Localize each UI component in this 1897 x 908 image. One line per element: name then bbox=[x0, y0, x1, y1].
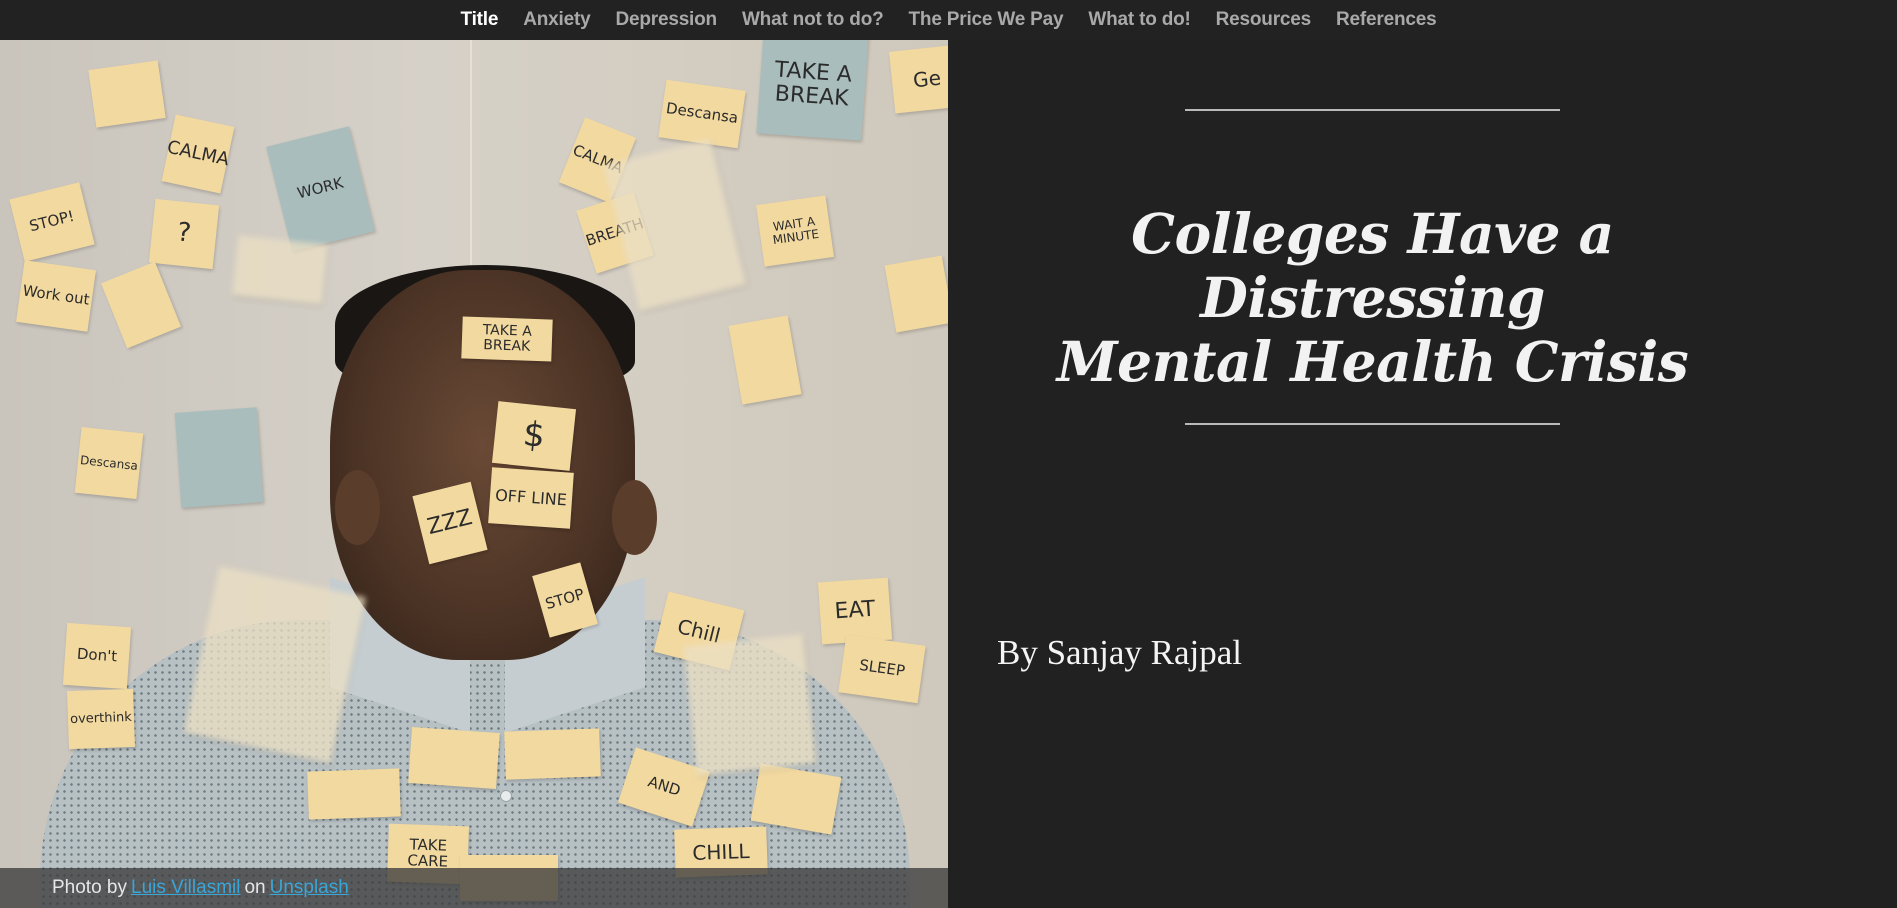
sticky-note: Descansa bbox=[74, 426, 144, 500]
hero-photo: TAKE A BREAK Descansa Ge CALMA STOP! ? W… bbox=[0, 40, 948, 908]
sticky-note-blank bbox=[307, 768, 401, 820]
shirt-button bbox=[500, 790, 512, 802]
nav-item-depression[interactable]: Depression bbox=[603, 9, 729, 31]
unsplash-link[interactable]: Unsplash bbox=[270, 877, 349, 899]
nav-item-title[interactable]: Title bbox=[448, 9, 511, 31]
sticky-note: ? bbox=[148, 198, 220, 270]
sticky-note-blank bbox=[101, 261, 181, 349]
sticky-note: $ bbox=[491, 401, 577, 471]
credit-prefix: Photo by bbox=[52, 877, 127, 898]
nav-item-resources[interactable]: Resources bbox=[1203, 9, 1323, 31]
title-line-1: Colleges Have a Distressing bbox=[1131, 201, 1614, 330]
sticky-note: TAKE A BREAK bbox=[756, 40, 869, 141]
sticky-note: EAT bbox=[817, 577, 893, 645]
author-link[interactable]: Luis Villasmil bbox=[131, 877, 240, 899]
sticky-note-blurred bbox=[232, 235, 328, 305]
photo-credit: Photo by Luis Villasmil on Unsplash bbox=[0, 868, 948, 908]
sticky-note: Work out bbox=[16, 260, 96, 332]
nav-item-references[interactable]: References bbox=[1324, 9, 1449, 31]
top-nav: Title Anxiety Depression What not to do?… bbox=[0, 0, 1897, 40]
nav-item-anxiety[interactable]: Anxiety bbox=[511, 9, 603, 31]
sticky-note-blurred bbox=[683, 634, 817, 776]
sticky-note-blank bbox=[174, 407, 264, 508]
title-line-2: Mental Health Crisis bbox=[1056, 329, 1689, 394]
sticky-note: Ge bbox=[888, 44, 948, 114]
sticky-note-blank bbox=[88, 60, 166, 128]
sticky-note: Don't bbox=[62, 622, 132, 690]
sticky-note: WORK bbox=[266, 126, 375, 252]
page-title: Colleges Have a Distressing Mental Healt… bbox=[975, 202, 1770, 394]
sticky-note: OFF LINE bbox=[488, 467, 574, 529]
nav-item-price-we-pay[interactable]: The Price We Pay bbox=[896, 9, 1076, 31]
sticky-note-blurred bbox=[603, 138, 747, 312]
sticky-note: overthink bbox=[67, 688, 135, 750]
divider-bottom bbox=[1185, 423, 1560, 425]
divider-top bbox=[1185, 109, 1560, 111]
sticky-note: CALMA bbox=[161, 114, 235, 194]
credit-middle: on bbox=[244, 877, 266, 898]
sticky-note: SLEEP bbox=[838, 634, 926, 704]
sticky-note-blank bbox=[408, 726, 500, 790]
ear-left bbox=[335, 470, 380, 545]
sticky-note-blank bbox=[504, 728, 601, 780]
sticky-note: WAIT A MINUTE bbox=[756, 195, 834, 267]
author-byline: By Sanjay Rajpal bbox=[997, 633, 1242, 672]
sticky-note-blank bbox=[884, 255, 948, 333]
nav-item-what-not-to-do[interactable]: What not to do? bbox=[729, 9, 896, 31]
ear-right bbox=[612, 480, 657, 555]
nav-item-what-to-do[interactable]: What to do! bbox=[1076, 9, 1203, 31]
sticky-note-blank bbox=[728, 315, 802, 405]
sticky-note: Descansa bbox=[658, 79, 746, 149]
sticky-note: STOP! bbox=[9, 182, 95, 262]
sticky-note: TAKE A BREAK bbox=[461, 316, 553, 362]
